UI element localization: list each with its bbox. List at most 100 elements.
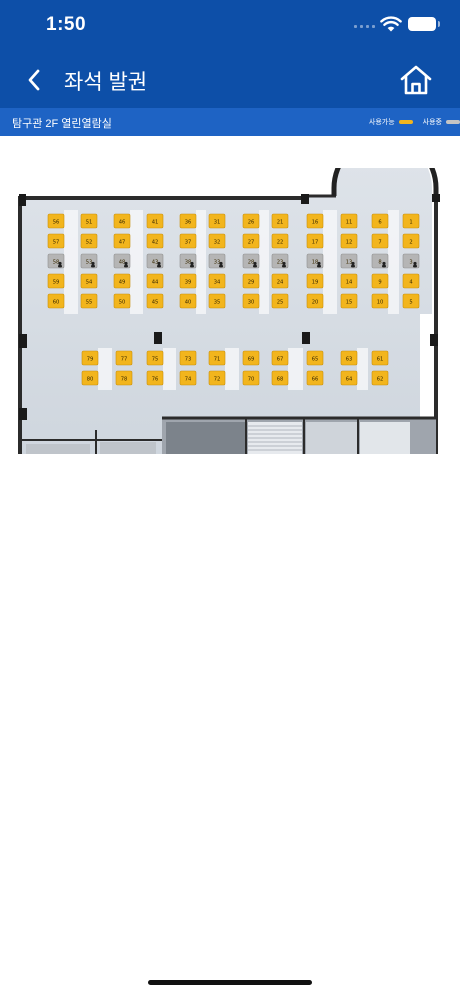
seat-60[interactable]: 60 <box>47 293 65 309</box>
seat-79[interactable]: 79 <box>81 350 99 366</box>
seat-54[interactable]: 54 <box>80 273 98 289</box>
user-icon <box>91 265 95 268</box>
user-icon <box>382 261 386 266</box>
seat-30[interactable]: 30 <box>242 293 260 309</box>
seat-36[interactable]: 36 <box>179 213 197 229</box>
seat-number: 78 <box>121 377 128 383</box>
seat-53[interactable]: 53 <box>80 253 98 269</box>
seat-68[interactable]: 68 <box>271 370 289 386</box>
seat-25[interactable]: 25 <box>271 293 289 309</box>
seat-77[interactable]: 77 <box>115 350 133 366</box>
seat-43[interactable]: 43 <box>146 253 164 269</box>
seat-38[interactable]: 38 <box>179 253 197 269</box>
seat-1[interactable]: 1 <box>402 213 420 229</box>
seat-35[interactable]: 35 <box>208 293 226 309</box>
seat-78[interactable]: 78 <box>115 370 133 386</box>
seat-64[interactable]: 64 <box>340 370 358 386</box>
seat-17[interactable]: 17 <box>306 233 324 249</box>
seat-63[interactable]: 63 <box>340 350 358 366</box>
seat-32[interactable]: 32 <box>208 233 226 249</box>
seat-47[interactable]: 47 <box>113 233 131 249</box>
seat-69[interactable]: 69 <box>242 350 260 366</box>
seat-19[interactable]: 19 <box>306 273 324 289</box>
seat-15[interactable]: 15 <box>340 293 358 309</box>
seat-number: 7 <box>378 240 381 246</box>
seat-2[interactable]: 2 <box>402 233 420 249</box>
legend-occupied-swatch <box>446 120 460 124</box>
user-icon <box>413 261 417 266</box>
seat-31[interactable]: 31 <box>208 213 226 229</box>
seat-71[interactable]: 71 <box>208 350 226 366</box>
seat-46[interactable]: 46 <box>113 213 131 229</box>
seat-50[interactable]: 50 <box>113 293 131 309</box>
seat-76[interactable]: 76 <box>146 370 164 386</box>
seat-33[interactable]: 33 <box>208 253 226 269</box>
seat-80[interactable]: 80 <box>81 370 99 386</box>
seat-26[interactable]: 26 <box>242 213 260 229</box>
seat-3[interactable]: 3 <box>402 253 420 269</box>
seat-11[interactable]: 11 <box>340 213 358 229</box>
seat-57[interactable]: 57 <box>47 233 65 249</box>
lower-room <box>360 422 410 454</box>
seat-number: 71 <box>214 357 221 363</box>
desk-divider <box>388 210 399 314</box>
seat-20[interactable]: 20 <box>306 293 324 309</box>
seat-48[interactable]: 48 <box>113 253 131 269</box>
seat-72[interactable]: 72 <box>208 370 226 386</box>
seat-13[interactable]: 13 <box>340 253 358 269</box>
seat-8[interactable]: 8 <box>371 253 389 269</box>
seat-62[interactable]: 62 <box>371 370 389 386</box>
seat-73[interactable]: 73 <box>179 350 197 366</box>
seat-45[interactable]: 45 <box>146 293 164 309</box>
home-button[interactable] <box>396 60 436 100</box>
seat-55[interactable]: 55 <box>80 293 98 309</box>
user-icon <box>190 265 194 268</box>
seat-28[interactable]: 28 <box>242 253 260 269</box>
seat-number: 3 <box>409 260 412 266</box>
seat-67[interactable]: 67 <box>271 350 289 366</box>
seat-22[interactable]: 22 <box>271 233 289 249</box>
seat-27[interactable]: 27 <box>242 233 260 249</box>
seat-9[interactable]: 9 <box>371 273 389 289</box>
seat-66[interactable]: 66 <box>306 370 324 386</box>
wifi-icon <box>380 16 402 32</box>
seat-12[interactable]: 12 <box>340 233 358 249</box>
seat-42[interactable]: 42 <box>146 233 164 249</box>
seat-74[interactable]: 74 <box>179 370 197 386</box>
seat-52[interactable]: 52 <box>80 233 98 249</box>
seat-58[interactable]: 58 <box>47 253 65 269</box>
seat-75[interactable]: 75 <box>146 350 164 366</box>
seat-39[interactable]: 39 <box>179 273 197 289</box>
seat-10[interactable]: 10 <box>371 293 389 309</box>
seat-6[interactable]: 6 <box>371 213 389 229</box>
seat-56[interactable]: 56 <box>47 213 65 229</box>
seat-21[interactable]: 21 <box>271 213 289 229</box>
seat-number: 18 <box>312 260 319 266</box>
seat-51[interactable]: 51 <box>80 213 98 229</box>
seat-44[interactable]: 44 <box>146 273 164 289</box>
seat-14[interactable]: 14 <box>340 273 358 289</box>
seat-16[interactable]: 16 <box>306 213 324 229</box>
seat-4[interactable]: 4 <box>402 273 420 289</box>
seat-5[interactable]: 5 <box>402 293 420 309</box>
seat-18[interactable]: 18 <box>306 253 324 269</box>
seat-40[interactable]: 40 <box>179 293 197 309</box>
seat-24[interactable]: 24 <box>271 273 289 289</box>
seat-number: 32 <box>214 240 221 246</box>
seat-7[interactable]: 7 <box>371 233 389 249</box>
pillar <box>301 194 309 204</box>
seat-29[interactable]: 29 <box>242 273 260 289</box>
seat-41[interactable]: 41 <box>146 213 164 229</box>
seat-23[interactable]: 23 <box>271 253 289 269</box>
seat-34[interactable]: 34 <box>208 273 226 289</box>
seat-59[interactable]: 59 <box>47 273 65 289</box>
seat-70[interactable]: 70 <box>242 370 260 386</box>
back-button[interactable] <box>16 62 52 98</box>
seat-65[interactable]: 65 <box>306 350 324 366</box>
seat-number: 49 <box>119 280 126 286</box>
desk-divider <box>130 210 143 314</box>
seat-61[interactable]: 61 <box>371 350 389 366</box>
seat-49[interactable]: 49 <box>113 273 131 289</box>
seat-number: 75 <box>152 357 159 363</box>
seat-37[interactable]: 37 <box>179 233 197 249</box>
